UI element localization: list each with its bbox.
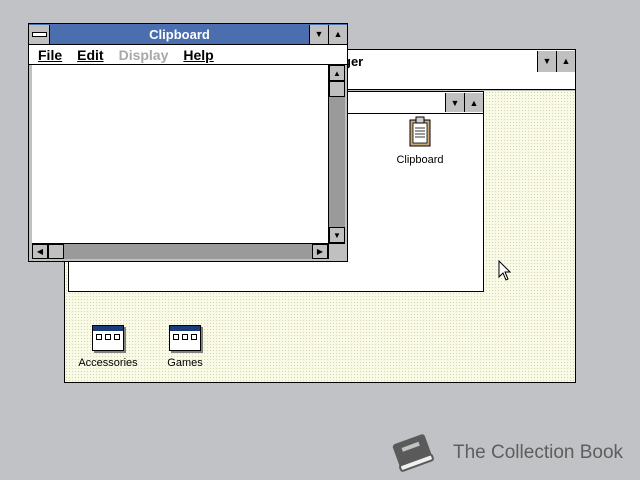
minimize-button[interactable]: ▼ [445,93,464,112]
maximize-button[interactable]: ▲ [556,50,575,72]
minimize-button[interactable]: ▼ [537,50,556,72]
maximize-button[interactable]: ▲ [464,93,483,112]
maximize-button[interactable]: ▲ [328,24,347,44]
program-group-icon [92,325,124,351]
arrow-down-icon: ▼ [333,230,341,240]
arrow-up-icon: ▲ [333,68,341,78]
system-menu-button[interactable] [29,24,50,44]
watermark-text: The Collection Book [453,442,624,463]
arrow-up-icon: ▲ [469,97,479,108]
scroll-down-button[interactable]: ▼ [329,227,345,243]
vertical-scrollbar[interactable]: ▲ ▼ [328,65,345,243]
group-label: Accessories [78,357,138,369]
arrow-up-icon: ▲ [561,56,571,66]
clipboard-titlebar[interactable]: Clipboard ▼ ▲ [29,24,347,45]
group-label: Games [167,357,203,369]
clipboard-icon [409,116,431,147]
arrow-left-icon: ◀ [36,247,44,256]
group-icon-games[interactable]: Games [155,325,215,369]
arrow-right-icon: ▶ [316,247,324,256]
scroll-left-button[interactable]: ◀ [32,244,48,259]
arrow-down-icon: ▼ [314,29,324,39]
scrollbar-corner [328,243,345,259]
clipboard-title: Clipboard [149,26,210,42]
vertical-scroll-thumb[interactable] [329,81,345,97]
mouse-cursor-icon [498,260,512,281]
program-group-icon [169,325,201,351]
clipboard-window[interactable]: Clipboard ▼ ▲ File Edit Display Help ▲ ▼… [28,23,348,262]
program-icon-clipboard[interactable]: Clipboard [391,116,449,166]
menu-help[interactable]: Help [183,47,213,63]
clipboard-content-area[interactable] [32,65,328,243]
watermark: The Collection Book [388,430,628,476]
scroll-up-button[interactable]: ▲ [329,65,345,81]
arrow-down-icon: ▼ [542,56,552,66]
book-icon [392,434,434,472]
menu-display[interactable]: Display [119,47,169,63]
minimize-button[interactable]: ▼ [309,24,328,44]
clipboard-menubar: File Edit Display Help [29,45,347,65]
arrow-down-icon: ▼ [450,97,460,108]
scroll-right-button[interactable]: ▶ [312,244,328,259]
menu-edit[interactable]: Edit [77,47,103,63]
system-menu-icon [31,31,47,37]
horizontal-scrollbar[interactable]: ◀ ▶ [32,243,328,259]
group-icon-accessories[interactable]: Accessories [75,325,141,369]
arrow-up-icon: ▲ [333,29,343,39]
program-label: Clipboard [396,154,444,166]
menu-file[interactable]: File [38,47,62,63]
horizontal-scroll-thumb[interactable] [48,244,64,259]
